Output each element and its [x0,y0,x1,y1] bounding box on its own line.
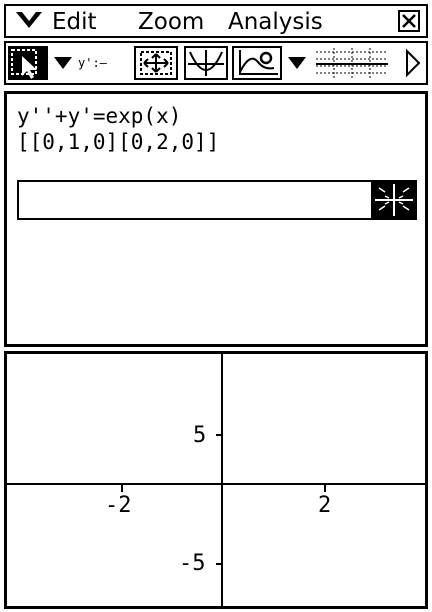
initial-condition-dropdown[interactable] [286,46,308,80]
main-menu-icon[interactable] [14,8,44,39]
slope-field-icon [375,184,413,216]
zoom-box-button[interactable] [134,46,178,80]
dropdown-arrow-icon [54,57,72,69]
equation-editor: y''+y'=exp(x) [[0,1,0][0,2,0]] [4,91,428,347]
graph-window[interactable]: 5 -5 -2 2 [4,351,428,609]
close-button[interactable] [398,10,420,32]
zoom-box-icon [140,51,172,75]
toolbar: y':— [4,41,428,85]
pointer-dropdown[interactable] [52,46,74,80]
pointer-tool-button[interactable] [8,46,48,80]
curve-icon [188,50,224,76]
menu-edit[interactable]: Edit [52,8,97,36]
initial-conditions-line[interactable]: [[0,1,0][0,2,0]] [17,130,219,154]
close-icon [402,14,416,28]
y-tick-label-neg5: -5 [179,551,206,576]
toolbar-scroll-right[interactable] [402,46,424,80]
x-tick-label-neg2: -2 [105,493,132,518]
draw-graph-button[interactable] [371,180,417,220]
menu-analysis[interactable]: Analysis [228,8,323,36]
arrow-right-icon [406,48,421,78]
dropdown-arrow-icon [288,57,306,69]
graph-axes [7,354,425,606]
menu-zoom[interactable]: Zoom [138,8,204,36]
slope-field-button[interactable]: y':— [78,46,128,80]
grid-icon [316,48,388,78]
grid-button[interactable] [312,46,392,80]
menu-bar: Edit Zoom Analysis [4,4,428,38]
initial-condition-button[interactable] [232,46,282,80]
graph-curve-button[interactable] [184,46,228,80]
y-tick-label-5: 5 [193,423,207,448]
x-tick-label-2: 2 [318,493,332,518]
equation-line[interactable]: y''+y'=exp(x) [17,104,181,128]
pointer-icon [11,49,37,79]
initial-condition-icon [239,50,278,75]
x-axis-ticks [121,484,326,492]
equation-input[interactable] [17,180,417,220]
